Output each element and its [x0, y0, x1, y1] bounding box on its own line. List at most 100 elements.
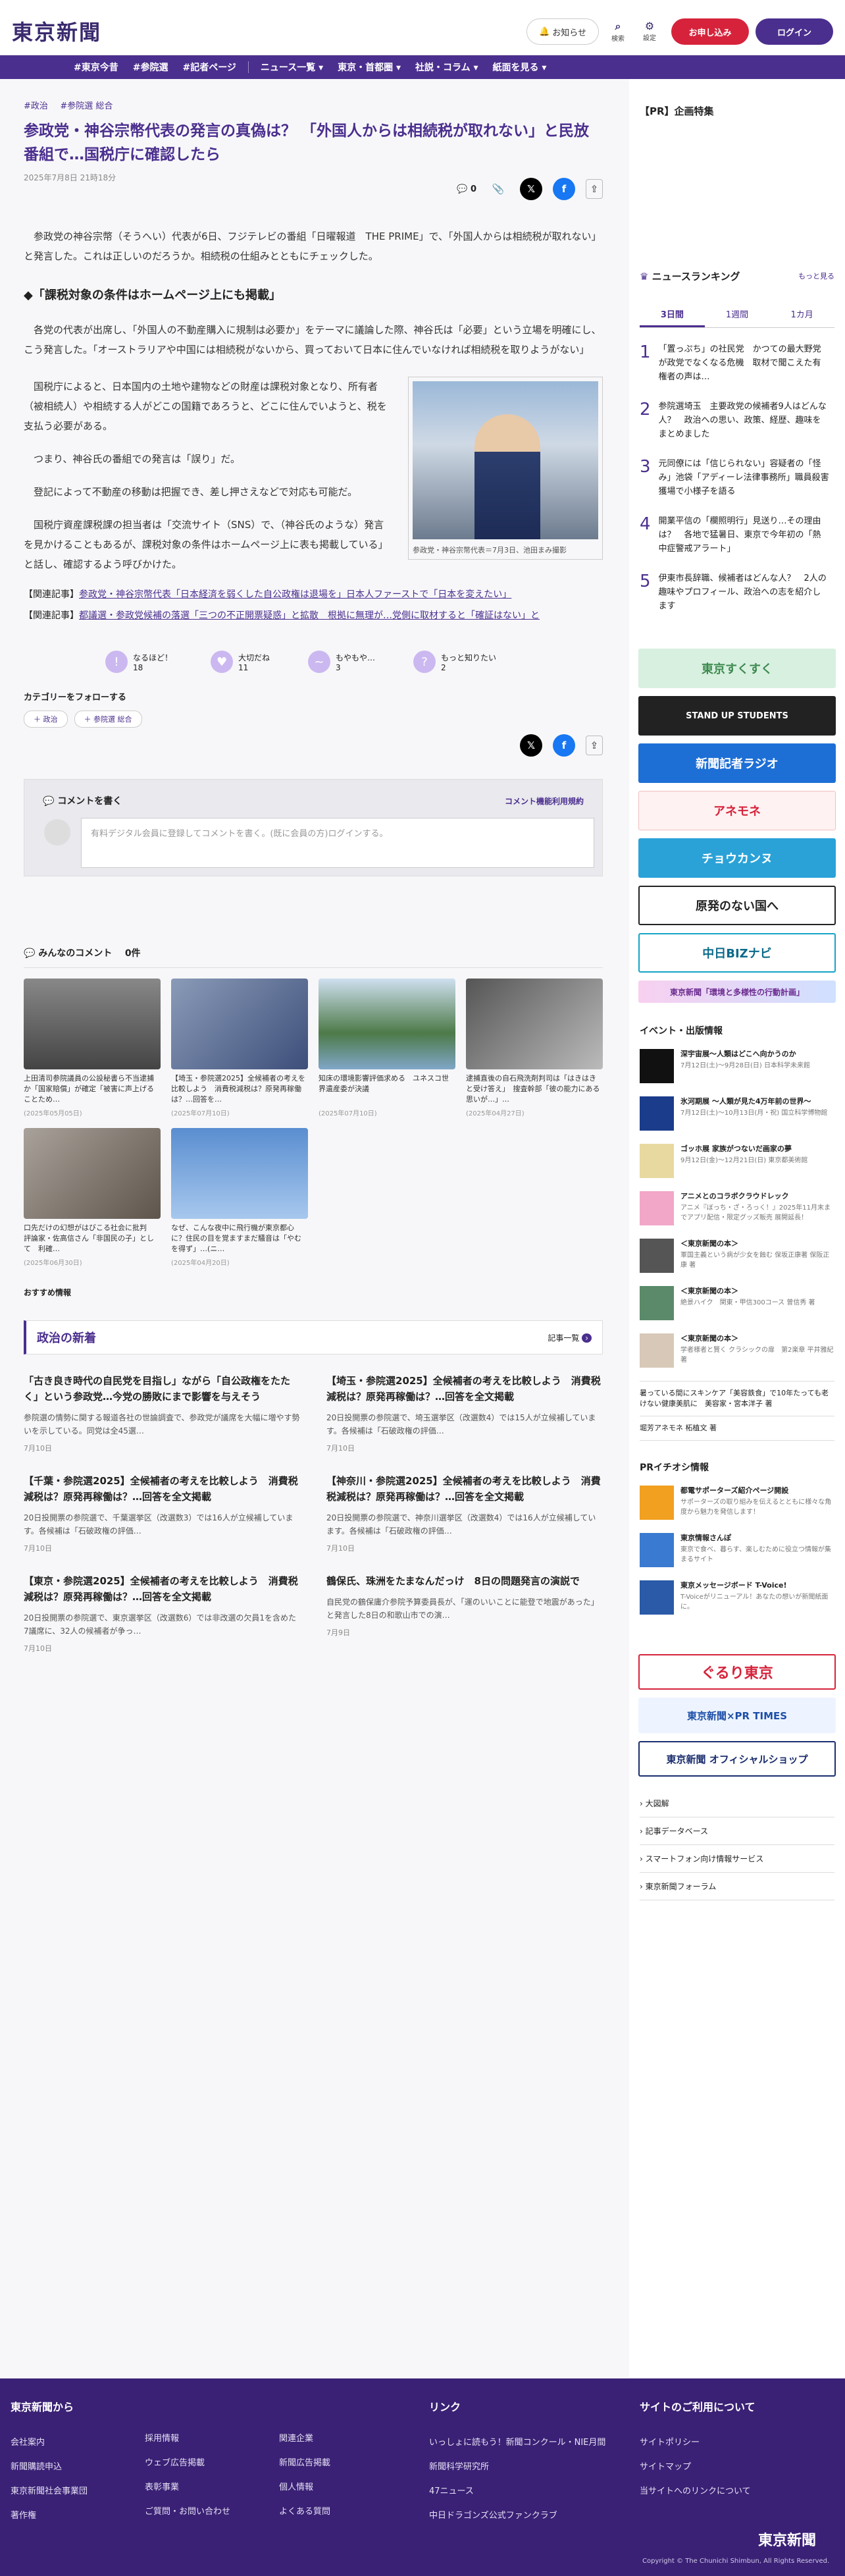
comment-input[interactable]: 有料デジタル会員に登録してコメントを書く。(既に会員の方)ログインする。 — [81, 818, 594, 868]
facebook-share-icon[interactable]: f — [553, 178, 575, 200]
event-item[interactable]: ＜東京新聞の本＞ 学者様者と賢く クラシックの扉 第2楽章 平井雅紀 著 — [640, 1333, 834, 1368]
nav-item[interactable]: 東京・首都圏 ▾ — [335, 61, 403, 74]
banner-prtimes[interactable]: 東京新聞×PR TIMES — [638, 1698, 836, 1733]
nav-item[interactable]: #参院選 — [130, 61, 171, 74]
banner-standup[interactable]: STAND UP STUDENTS — [638, 696, 836, 736]
comment-policy-link[interactable]: コメント機能利用規約 — [505, 795, 584, 807]
related-card[interactable]: 逮捕直後の自石飛洗剤判司は「はきはきと受け答え」 搜査幹部「彼の能力にある思いが… — [466, 979, 603, 1117]
x-share-icon[interactable]: 𝕏 — [520, 178, 542, 200]
ranking-tab[interactable]: 1カ月 — [769, 302, 834, 327]
clip-icon[interactable]: 📎 — [487, 178, 509, 200]
footer-link[interactable]: いっしょに読もう！新聞コンクール・NIE月間 — [429, 2435, 605, 2448]
ranking-tab[interactable]: 1週間 — [705, 302, 770, 327]
banner-chokanu[interactable]: チョウカンヌ — [638, 838, 836, 878]
tag-link[interactable]: #政治 — [24, 101, 48, 111]
footer-link[interactable]: ご質問・お問い合わせ — [145, 2504, 230, 2517]
event-item[interactable]: ＜東京新聞の本＞ 絶景ハイク 関東・甲信300コース 曽信秀 著 — [640, 1286, 834, 1320]
ranking-item[interactable]: 2 参院選埼玉 主要政党の候補者9人はどんな人？ 政治への思い、政策、経歴、趣味を… — [640, 400, 829, 441]
settings-button[interactable]: ⚙ 設定 — [634, 20, 665, 46]
footer-link[interactable]: サイトマップ — [640, 2459, 755, 2472]
banner-shop[interactable]: 東京新聞 オフィシャルショップ — [638, 1741, 836, 1777]
banner-sukusuku[interactable]: 東京すくすく — [638, 649, 836, 688]
reaction-button[interactable]: ? もっと知りたい 2 — [413, 651, 496, 673]
banner-anemone[interactable]: アネモネ — [638, 791, 836, 830]
footer-link[interactable]: 当サイトへのリンクについて — [640, 2484, 755, 2496]
related-card[interactable]: 上田清司参院議員の公設秘書ら不当逮捕か「国家賠償」が確定「被害に声上げることため… — [24, 979, 161, 1117]
footer-link[interactable]: 会社案内 — [11, 2435, 88, 2448]
related-card[interactable]: 知床の環境影響評価求める ユネスコ世界遺産委が決議 (2025年07月10日) — [319, 979, 455, 1117]
side-link[interactable]: › 大図解 — [640, 1790, 834, 1817]
footer-link[interactable]: 新聞購読申込 — [11, 2459, 88, 2472]
news-item[interactable]: 【神奈川・参院選2025】全候補者の考えを比較しよう 消費税減税は？原発再稼働は… — [326, 1473, 603, 1553]
share-icon[interactable]: ⇪ — [586, 736, 603, 755]
notice-button[interactable]: 🔔 お知らせ — [526, 18, 599, 45]
nav-item[interactable]: 紙面を見る ▾ — [490, 61, 550, 74]
site-logo[interactable]: 東京新聞 — [12, 16, 101, 46]
comment-count-button[interactable]: 💬 0 — [457, 184, 476, 194]
tag-link[interactable]: #参院選 総合 — [60, 101, 113, 111]
reaction-button[interactable]: ♥ 大切だね 11 — [211, 651, 270, 673]
news-item[interactable]: 【東京・参院選2025】全候補者の考えを比較しよう 消費税減税は？原発再稼働は？… — [24, 1573, 300, 1653]
article-photo[interactable]: 参政党・神谷宗幣代表＝7月3日、池田まみ撮影 — [408, 377, 603, 560]
banner-biznavi[interactable]: 中日BIZナビ — [638, 933, 836, 973]
side-link[interactable]: › スマートフォン向け情報サービス — [640, 1845, 834, 1873]
related-link[interactable]: 都議選・参政党候補の落選「三つの不正開票疑惑」と拡散 根拠に無理が…党側に取材す… — [79, 610, 540, 621]
event-item[interactable]: アニメとのコラボクラウドレック アニメ『ぼっち・ざ・ろっく！』2025年11月末ま… — [640, 1191, 834, 1225]
follow-pill[interactable]: ＋ 参院選 総合 — [74, 711, 142, 728]
news-item[interactable]: 「古き良き時代の自民党を目指し」ながら「自公政権をたたく」という参政党…今党の勝… — [24, 1373, 300, 1453]
facebook-share-icon[interactable]: f — [553, 734, 575, 757]
share-icon[interactable]: ⇪ — [586, 179, 603, 199]
x-share-icon[interactable]: 𝕏 — [520, 734, 542, 757]
news-item[interactable]: 【千葉・参院選2025】全候補者の考えを比較しよう 消費税減税は？原発再稼働は？… — [24, 1473, 300, 1553]
nav-item[interactable]: #記者ページ — [180, 61, 238, 74]
footer-link[interactable]: 個人情報 — [279, 2480, 330, 2492]
ranking-item[interactable]: 3 元同僚には「信じられない」容疑者の「怪み」池袋「アディーレ法律事務所」職員殺害… — [640, 457, 838, 498]
nav-item[interactable]: ニュース一覧 ▾ — [258, 61, 326, 74]
footer-logo[interactable]: 東京新聞 — [758, 2529, 816, 2550]
related-card[interactable]: 口先だけの幻想がはびこる社会に批判 評論家・佐高信さん「非国民の子」として 利確… — [24, 1128, 161, 1267]
pr-item[interactable]: 東京メッセージボード T-Voice! T-Voiceがリニューアル！あなたの想い… — [640, 1580, 834, 1615]
related-card[interactable]: 【埼玉・参院選2025】全候補者の考えを比較しよう 消費税減税は？原発再稼働は？… — [171, 979, 308, 1117]
footer-link[interactable]: 中日ドラゴンズ公式ファンクラブ — [429, 2508, 605, 2521]
ranking-item[interactable]: 1 「置っぷち」の社民党 かつての最大野党が政党でなくなる危機 取材で聞こえた有権… — [640, 342, 829, 384]
reaction-button[interactable]: ~ もやもや… 3 — [308, 651, 375, 673]
login-button[interactable]: ログイン — [755, 18, 833, 45]
related-link[interactable]: 参政党・神谷宗幣代表「日本経済を弱くした自公政権は退場を」日本人ファーストで「日… — [79, 589, 511, 600]
reaction-button[interactable]: ! なるほど！ 18 — [105, 651, 172, 673]
footer-link[interactable]: 関連企業 — [279, 2431, 330, 2444]
pr-item[interactable]: 都電サポーターズ紹介ページ開設 サポーターズの取り組みを伝えるとともに様々な角度か… — [640, 1486, 834, 1520]
nav-item[interactable]: 社説・コラム ▾ — [413, 61, 480, 74]
search-button[interactable]: ⌕ 検索 — [603, 20, 633, 46]
ranking-item[interactable]: 5 伊東市長辞職、候補者はどんな人？ 2人の趣味やプロフィール、政治への志を紹介し… — [640, 572, 829, 613]
side-link[interactable]: 暑っている間にスキンケア「美容鉄食」で10年たっても老けない健康美肌に 美容家・… — [640, 1381, 834, 1416]
pr-item[interactable]: 東京情報さんぽ 東京で食べ、暮らす、楽しむために役立つ情報が集まるサイト — [640, 1533, 834, 1567]
footer-link[interactable]: ウェブ広告掲載 — [145, 2455, 230, 2468]
banner-gururi[interactable]: ぐるり東京 — [638, 1654, 836, 1690]
ranking-more-link[interactable]: もっと見る — [798, 271, 834, 281]
banner-diversity[interactable]: 東京新聞「環境と多様性の行動計画」 — [638, 980, 836, 1003]
footer-link[interactable]: サイトポリシー — [640, 2435, 755, 2448]
event-item[interactable]: ＜東京新聞の本＞ 軍国主義という病が少女を蝕む 保坂正康著 保阪正康 著 — [640, 1239, 834, 1273]
news-item[interactable]: 【埼玉・参院選2025】全候補者の考えを比較しよう 消費税減税は？原発再稼働は？… — [326, 1373, 603, 1453]
footer-link[interactable]: 採用情報 — [145, 2431, 230, 2444]
footer-link[interactable]: 新聞広告掲載 — [279, 2455, 330, 2468]
follow-pill[interactable]: ＋ 政治 — [24, 711, 68, 728]
event-item[interactable]: 氷河期展 〜人類が見た4万年前の世界〜 7月12日(土)〜10月13日(月・祝) … — [640, 1096, 834, 1131]
side-link[interactable]: › 東京新聞フォーラム — [640, 1873, 834, 1900]
nav-item[interactable]: #東京今昔 — [71, 61, 121, 74]
news-item[interactable]: 鶴保氏、珠洲をたまなんだっけ 8日の問題発言の演説で 自民党の鶴保庸介参院予算委員… — [326, 1573, 603, 1653]
politics-more-link[interactable]: 記事一覧 › — [548, 1332, 592, 1343]
side-link[interactable]: 堀芳アネモネ 柘植文 著 — [640, 1416, 834, 1441]
banner-genpatsu[interactable]: 原発のない国へ — [638, 886, 836, 925]
ranking-tab[interactable]: 3日間 — [640, 302, 705, 327]
footer-link[interactable]: よくある質問 — [279, 2504, 330, 2517]
footer-link[interactable]: 表彰事業 — [145, 2480, 230, 2492]
footer-link[interactable]: 新聞科学研究所 — [429, 2459, 605, 2472]
related-card[interactable]: なぜ、こんな夜中に飛行機が東京都心に？住民の目を覚ますまだ騒音は「やむを得ず」…… — [171, 1128, 308, 1267]
event-item[interactable]: ゴッホ展 家族がつないだ画家の夢 9月12日(金)〜12月21日(日) 東京都美術… — [640, 1144, 834, 1178]
footer-link[interactable]: 47ニュース — [429, 2484, 605, 2496]
event-item[interactable]: 深宇宙展〜人類はどこへ向かうのか 7月12日(土)〜9月28日(日) 日本科学未来… — [640, 1049, 834, 1083]
ranking-item[interactable]: 4 開業平信の「欄照明行」見送り…その理由は？ 各地で猛暑日、東京で今年初の「熱中… — [640, 514, 829, 556]
side-link[interactable]: › 記事データベース — [640, 1817, 834, 1845]
footer-link[interactable]: 著作権 — [11, 2508, 88, 2521]
